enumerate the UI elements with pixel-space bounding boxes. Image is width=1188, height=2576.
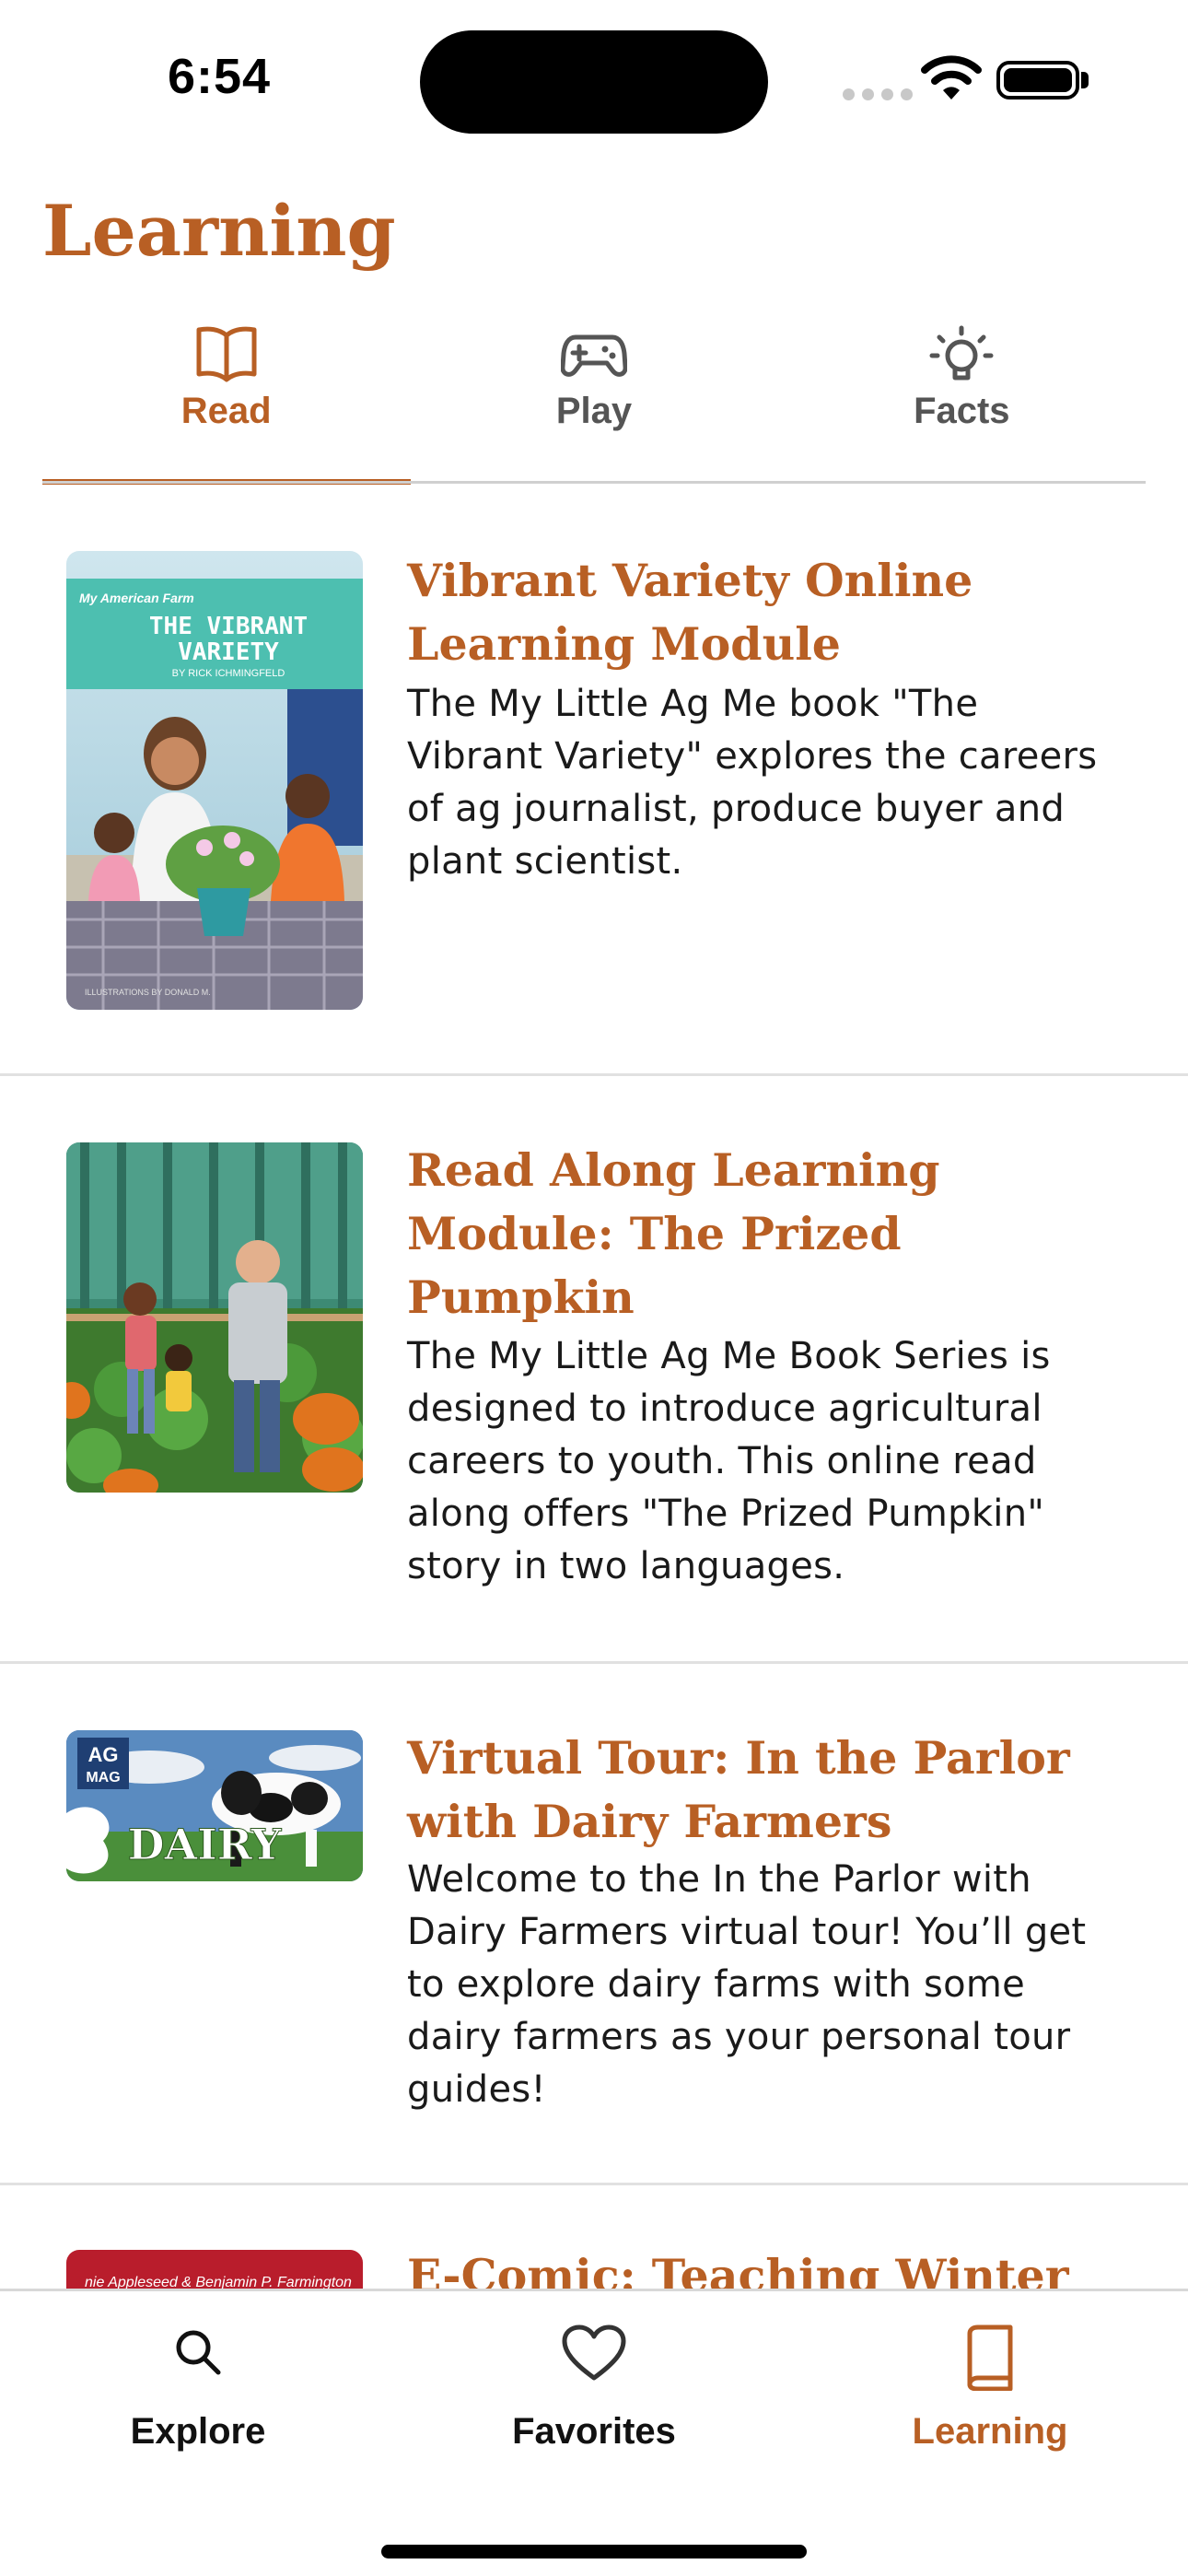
tab-facts[interactable]: Facts xyxy=(778,313,1146,485)
wifi-icon xyxy=(921,55,982,100)
item-desc-line: Welcome to the In the Parlor with xyxy=(407,1858,1031,1901)
status-time: 6:54 xyxy=(168,49,272,104)
tab-read-label: Read xyxy=(181,391,272,431)
agmag-badge-top: AG xyxy=(88,1743,119,1766)
item-desc-line: along offers "The Prized Pumpkin" xyxy=(407,1493,1045,1535)
nav-favorites-label: Favorites xyxy=(512,2411,676,2452)
nav-explore-label: Explore xyxy=(130,2411,266,2452)
nav-learning[interactable]: Learning xyxy=(792,2291,1188,2494)
gamepad-icon xyxy=(560,334,627,377)
item-description: The My Little Ag Me Book Series is desig… xyxy=(407,1330,1144,1593)
item-title[interactable]: E-Comic: Teaching Winter xyxy=(407,2244,1135,2289)
screen: 6:54 Learning Read Play Facts My America… xyxy=(0,0,1188,2576)
tab-play[interactable]: Play xyxy=(410,313,777,485)
list-item[interactable]: My American Farm THE VIBRANT VARIETY BY … xyxy=(0,485,1188,1076)
nav-learning-label: Learning xyxy=(912,2411,1068,2452)
item-title-line: Virtual Tour: In the Parlor xyxy=(407,1731,1070,1785)
status-bar: 6:54 xyxy=(0,0,1188,147)
learning-list: My American Farm THE VIBRANT VARIETY BY … xyxy=(0,485,1188,2289)
tab-play-label: Play xyxy=(555,391,633,431)
dynamic-island xyxy=(420,30,768,134)
e-comic-cover-text: nie Appleseed & Benjamin P. Farmington xyxy=(85,2275,352,2289)
item-desc-line: careers to youth. This online read xyxy=(407,1440,1037,1482)
list-item[interactable]: AG MAG DAIRY Virtual Tour: In the Parlor… xyxy=(0,1664,1188,2185)
item-desc-line: Vibrant Variety" explores the careers xyxy=(407,735,1098,778)
item-description: The My Little Ag Me book "The Vibrant Va… xyxy=(407,678,1144,888)
cover-brand-text: My American Farm xyxy=(79,591,194,605)
heart-icon xyxy=(562,2324,626,2381)
item-desc-line: plant scientist. xyxy=(407,840,683,883)
cellular-signal-icon xyxy=(843,88,913,100)
book-icon xyxy=(967,2324,1013,2391)
search-icon xyxy=(176,2330,221,2375)
tab-read[interactable]: Read xyxy=(42,313,412,485)
item-title-line: with Dairy Farmers xyxy=(407,1795,892,1848)
item-desc-line: Dairy Farmers virtual tour! You’ll get xyxy=(407,1911,1087,1953)
item-title[interactable]: Read Along Learning Module: The Prized P… xyxy=(407,1139,1135,1329)
nav-explore[interactable]: Explore xyxy=(0,2291,396,2494)
item-desc-line: story in two languages. xyxy=(407,1545,845,1587)
dairy-agmag-cover: AG MAG DAIRY xyxy=(66,1730,363,1881)
page-title: Learning xyxy=(42,190,396,272)
prized-pumpkin-cover xyxy=(66,1142,363,1493)
cover-illustrator-text: ILLUSTRATIONS BY DONALD M. xyxy=(85,988,211,997)
battery-tip xyxy=(1081,72,1089,88)
item-title[interactable]: Virtual Tour: In the Parlor with Dairy F… xyxy=(407,1727,1135,1854)
battery-icon xyxy=(996,61,1079,100)
item-desc-line: The My Little Ag Me Book Series is xyxy=(407,1335,1051,1377)
item-desc-line: designed to introduce agricultural xyxy=(407,1388,1042,1430)
item-desc-line: of ag journalist, produce buyer and xyxy=(407,788,1066,830)
list-item[interactable]: Read Along Learning Module: The Prized P… xyxy=(0,1076,1188,1664)
item-title-line: Read Along Learning xyxy=(407,1143,940,1197)
item-desc-line: dairy farmers as your personal tour xyxy=(407,2016,1071,2058)
book-open-icon xyxy=(196,326,257,382)
item-description: Welcome to the In the Parlor with Dairy … xyxy=(407,1854,1144,2116)
agmag-badge-bottom: MAG xyxy=(86,1770,120,1786)
item-title-line: Learning Module xyxy=(407,617,841,671)
learning-tabs: Read Play Facts xyxy=(42,313,1146,485)
dairy-word: DAIRY xyxy=(128,1820,283,1869)
item-title-line: Pumpkin xyxy=(407,1270,635,1324)
home-indicator[interactable] xyxy=(381,2545,807,2558)
cover-title-line-1: THE VIBRANT xyxy=(149,613,308,640)
tab-facts-label: Facts xyxy=(914,391,1010,431)
tabs-divider xyxy=(42,481,1146,484)
item-desc-line: to explore dairy farms with some xyxy=(407,1963,1026,2006)
list-item[interactable]: nie Appleseed & Benjamin P. Farmington E… xyxy=(0,2185,1188,2289)
item-title[interactable]: Vibrant Variety Online Learning Module xyxy=(407,549,1135,676)
item-title-line: Module: The Prized xyxy=(407,1207,902,1260)
e-comic-cover: nie Appleseed & Benjamin P. Farmington xyxy=(66,2250,363,2289)
item-desc-line: guides! xyxy=(407,2068,546,2111)
cover-author-text: BY RICK ICHMINGFELD xyxy=(172,668,285,679)
vibrant-variety-cover: My American Farm THE VIBRANT VARIETY BY … xyxy=(66,551,363,1010)
item-desc-line: The My Little Ag Me book "The xyxy=(407,683,979,725)
bottom-tab-bar: Explore Favorites Learning xyxy=(0,2289,1188,2576)
item-title-line: E-Comic: Teaching Winter xyxy=(407,2249,1069,2289)
nav-favorites[interactable]: Favorites xyxy=(396,2291,792,2494)
item-title-line: Vibrant Variety Online xyxy=(407,554,973,607)
lightbulb-icon xyxy=(929,325,994,381)
cover-title-line-2: VARIETY xyxy=(178,638,279,666)
